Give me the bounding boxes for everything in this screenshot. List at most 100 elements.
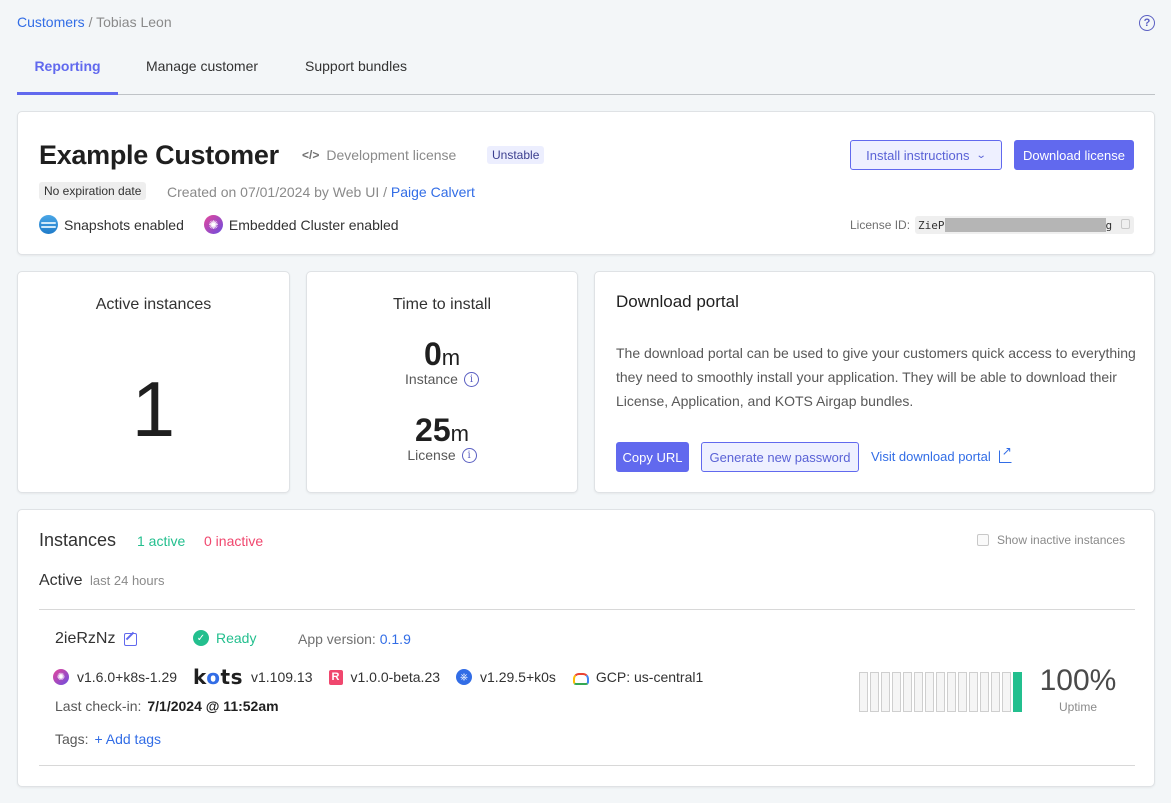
- uptime-bar-empty: [870, 672, 879, 712]
- gcp-cloud-icon: [572, 672, 589, 685]
- generate-password-button[interactable]: Generate new password: [701, 442, 859, 472]
- cloud-provider: GCP: us-central1: [572, 669, 703, 685]
- show-inactive-checkbox[interactable]: [977, 534, 989, 546]
- breadcrumb-separator: /: [84, 14, 97, 30]
- created-by-link[interactable]: Paige Calvert: [391, 184, 475, 200]
- uptime-bar-empty: [980, 672, 989, 712]
- active-instances-card: Active instances 1: [17, 271, 290, 493]
- show-inactive-label: Show inactive instances: [997, 533, 1126, 547]
- info-icon[interactable]: i: [463, 371, 479, 387]
- created-info: Created on 07/01/2024 by Web UI / Paige …: [167, 184, 475, 200]
- breadcrumb: Customers / Tobias Leon: [17, 14, 172, 30]
- chevron-down-icon: ⌄: [976, 149, 988, 161]
- download-portal-description: The download portal can be used to give …: [616, 345, 1136, 409]
- visit-download-portal-link[interactable]: Visit download portal: [871, 444, 1012, 464]
- uptime-label: Uptime: [1058, 700, 1097, 714]
- time-to-install-title: Time to install: [392, 296, 492, 313]
- uptime-bar-empty: [859, 672, 868, 712]
- instance-time-unit: m: [441, 345, 461, 370]
- breadcrumb-current: Tobias Leon: [96, 14, 172, 30]
- kubernetes-version: ⎈ v1.29.5+k0s: [456, 669, 556, 685]
- embedded-cluster-version-value: v1.6.0+k8s-1.29: [77, 669, 178, 685]
- uptime-bar-empty: [903, 672, 912, 712]
- show-inactive-toggle[interactable]: Show inactive instances: [977, 533, 1125, 547]
- license-id-value: ZieP: [918, 218, 945, 232]
- instance-id: 2ieRzNz: [55, 630, 116, 647]
- download-portal-title: Download portal: [616, 292, 739, 311]
- code-icon: </>: [302, 148, 320, 162]
- license-id-label: License ID:: [850, 218, 911, 232]
- feature-snapshots: Snapshots enabled: [39, 215, 184, 234]
- kubernetes-version-value: v1.29.5+k0s: [480, 669, 556, 685]
- divider: [39, 765, 1135, 766]
- license-time-label: License: [407, 447, 456, 463]
- license-id-field[interactable]: ZieP g: [915, 216, 1135, 234]
- info-icon[interactable]: i: [461, 447, 477, 463]
- uptime-bar-empty: [969, 672, 978, 712]
- copy-url-button[interactable]: Copy URL: [616, 442, 689, 472]
- license-id: License ID: ZieP g: [850, 216, 1135, 234]
- license-id-redacted: [944, 218, 1106, 232]
- license-id-tail: g: [1105, 218, 1113, 232]
- cloud-provider-value: GCP: us-central1: [595, 669, 704, 685]
- license-type-label: Development license: [326, 147, 457, 163]
- instance-time-label: Instance: [405, 371, 458, 387]
- add-tags-link[interactable]: + Add tags: [94, 731, 161, 747]
- license-type: </> Development license: [302, 147, 456, 163]
- instance-name: 2ieRzNz: [55, 630, 138, 648]
- active-instances-value: 1: [131, 365, 176, 453]
- visit-download-portal-label: Visit download portal: [871, 449, 991, 464]
- instances-card: Instances 1 active 0 inactive Show inact…: [17, 509, 1155, 787]
- inactive-count: 0 inactive: [204, 533, 264, 549]
- license-install-time: 25m License i: [307, 412, 577, 463]
- breadcrumb-customers-link[interactable]: Customers: [17, 14, 85, 30]
- install-instructions-label: Install instructions: [866, 147, 970, 163]
- active-instances-title: Active instances: [95, 296, 212, 313]
- check-circle-icon: ✓: [193, 630, 209, 646]
- uptime-bar-empty: [936, 672, 945, 712]
- tab-support-bundles[interactable]: Support bundles: [286, 50, 426, 95]
- kots-version-value: v1.109.13: [251, 669, 313, 685]
- feature-label: Embedded Cluster enabled: [228, 216, 399, 233]
- tab-bar: Reporting Manage customer Support bundle…: [17, 50, 1155, 95]
- download-portal-card: Download portal The download portal can …: [594, 271, 1155, 493]
- license-time-value: 25: [415, 412, 451, 448]
- install-instructions-button[interactable]: Install instructions ⌄: [850, 140, 1002, 170]
- status-label: Ready: [216, 630, 257, 646]
- embedded-cluster-icon: ✺: [53, 669, 69, 685]
- help-circle-icon[interactable]: ?: [1139, 15, 1155, 31]
- instance-status: ✓ Ready: [193, 630, 256, 646]
- download-license-button[interactable]: Download license: [1014, 140, 1134, 170]
- uptime-bar-empty: [991, 672, 1000, 712]
- component-versions: ✺ v1.6.0+k8s-1.29 kots v1.109.13 R v1.0.…: [53, 665, 719, 689]
- uptime-history: [859, 672, 1022, 712]
- app-version-value: 0.1.9: [379, 631, 411, 647]
- replicated-icon: R: [328, 669, 343, 685]
- time-to-install-card: Time to install 0m Instance i 25m Licens…: [306, 271, 578, 493]
- feature-label: Snapshots enabled: [64, 216, 184, 233]
- tab-reporting[interactable]: Reporting: [17, 50, 118, 95]
- snapshots-icon: [39, 215, 58, 234]
- copy-icon[interactable]: [1121, 219, 1131, 229]
- customer-name: Example Customer: [39, 140, 279, 170]
- tab-manage-customer[interactable]: Manage customer: [118, 50, 286, 95]
- kubernetes-icon: ⎈: [456, 669, 473, 685]
- edit-icon[interactable]: [124, 632, 138, 646]
- uptime-bar-empty: [958, 672, 967, 712]
- uptime-bar-empty: [892, 672, 901, 712]
- channel-badge: Unstable: [487, 146, 545, 164]
- uptime-bar-up: [1013, 672, 1022, 712]
- external-link-icon: [998, 444, 1012, 463]
- app-version-label: App version:: [298, 631, 380, 647]
- customer-header-card: Example Customer </> Development license…: [17, 111, 1155, 255]
- tags-label: Tags:: [55, 731, 89, 747]
- active-section-heading: Active last 24 hours: [39, 572, 164, 590]
- instance-install-time: 0m Instance i: [307, 336, 577, 387]
- feature-embedded-cluster: ✺ Embedded Cluster enabled: [203, 215, 399, 234]
- last-checkin-value: 7/1/2024 @ 11:52am: [147, 698, 279, 714]
- feature-list: Snapshots enabled ✺ Embedded Cluster ena…: [39, 215, 419, 234]
- uptime-bar-empty: [914, 672, 923, 712]
- embedded-cluster-icon: ✺: [203, 215, 223, 234]
- uptime-bar-empty: [1002, 672, 1011, 712]
- replicated-sdk-version: R v1.0.0-beta.23: [328, 669, 440, 685]
